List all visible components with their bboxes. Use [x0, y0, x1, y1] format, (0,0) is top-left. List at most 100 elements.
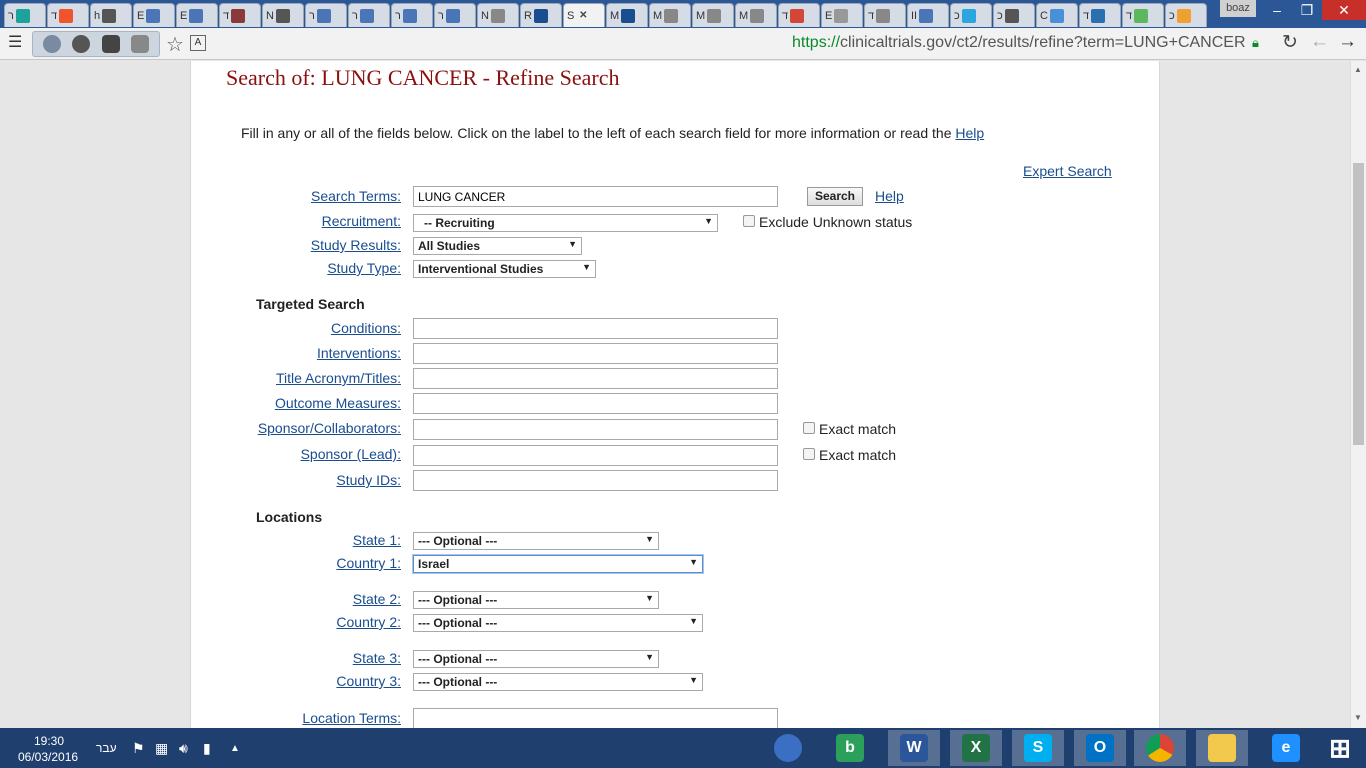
page-scrollbar[interactable]: ▲ ▼ [1350, 61, 1366, 728]
country1-select[interactable]: Israel ▼ [413, 555, 703, 573]
b-app-taskbar-button[interactable]: b [824, 730, 876, 766]
browser-tab[interactable]: כ [1165, 3, 1207, 27]
minimize-icon[interactable]: ‒ [1262, 0, 1292, 20]
location-terms-input[interactable] [413, 708, 778, 728]
study-type-label[interactable]: Study Type: [191, 260, 401, 276]
language-indicator[interactable]: עבר [96, 741, 117, 755]
help-link[interactable]: Help [875, 188, 904, 204]
sponsor-lead-input[interactable] [413, 445, 778, 466]
windows-start-taskbar-button[interactable]: ⊞ [1314, 730, 1366, 766]
maximize-icon[interactable]: ❐ [1292, 0, 1322, 20]
recruitment-select[interactable]: -- Recruiting ▼ [413, 214, 718, 232]
sponsor-collaborators-label[interactable]: Sponsor/Collaborators: [191, 420, 401, 436]
scroll-down-icon[interactable]: ▼ [1354, 713, 1362, 722]
browser-tab[interactable]: ר [391, 3, 433, 27]
browser-tab[interactable]: כ [950, 3, 992, 27]
flag-icon[interactable]: ⚑ [132, 740, 145, 757]
location-terms-label[interactable]: Location Terms: [191, 710, 401, 726]
battery-icon[interactable]: ▮ [203, 740, 211, 757]
country2-select[interactable]: --- Optional --- ▼ [413, 614, 703, 632]
browser-tab[interactable]: ד [47, 3, 89, 27]
instructions-help-link[interactable]: Help [955, 125, 984, 141]
browser-tab[interactable]: h [90, 3, 132, 27]
browser-tab[interactable]: ד [1079, 3, 1121, 27]
outlook-taskbar-button[interactable]: O [1074, 730, 1126, 766]
browser-tab[interactable]: M [692, 3, 734, 27]
interventions-label[interactable]: Interventions: [191, 345, 401, 361]
browser-tab[interactable]: ר [305, 3, 347, 27]
country3-label[interactable]: Country 3: [191, 673, 401, 689]
browser-tab[interactable]: C [1036, 3, 1078, 27]
close-icon[interactable]: ✕ [576, 9, 590, 23]
browser-tab[interactable]: E [821, 3, 863, 27]
browser-tab[interactable]: M [735, 3, 777, 27]
sponsor-lead-label[interactable]: Sponsor (Lead): [191, 446, 401, 462]
volume-icon[interactable]: 🔊︎ [179, 740, 188, 757]
word-taskbar-button[interactable]: W [888, 730, 940, 766]
circle-extension-icon[interactable] [72, 35, 91, 53]
country1-label[interactable]: Country 1: [191, 555, 401, 571]
scroll-up-icon[interactable]: ▲ [1354, 65, 1362, 74]
browser-tab[interactable]: E [133, 3, 175, 27]
conditions-label[interactable]: Conditions: [191, 320, 401, 336]
lock-icon[interactable]: 🔒︎ [1252, 35, 1259, 51]
skype-taskbar-button[interactable]: S [1012, 730, 1064, 766]
browser-tab[interactable]: ר [4, 3, 46, 27]
browser-tab[interactable]: M [649, 3, 691, 27]
country2-label[interactable]: Country 2: [191, 614, 401, 630]
clock-date[interactable]: 06/03/2016 [18, 750, 78, 764]
bookmark-star-icon[interactable]: ☆ [166, 32, 184, 57]
study-results-label[interactable]: Study Results: [191, 237, 401, 253]
study-results-select[interactable]: All Studies ▼ [413, 237, 582, 255]
state3-label[interactable]: State 3: [191, 650, 401, 666]
expert-search-link[interactable]: Expert Search [1023, 163, 1112, 179]
globe-app-taskbar-button[interactable] [762, 730, 814, 766]
search-terms-input[interactable] [413, 186, 778, 207]
exact-match-checkbox-2[interactable] [803, 448, 815, 460]
title-acronym-input[interactable] [413, 368, 778, 389]
square-extension-icon[interactable] [101, 35, 120, 53]
state1-label[interactable]: State 1: [191, 532, 401, 548]
browser-tab[interactable]: S ✕ [563, 3, 605, 27]
browser-tab[interactable]: ד [1122, 3, 1164, 27]
exact-match-checkbox-1[interactable] [803, 422, 815, 434]
title-acronym-label[interactable]: Title Acronym/Titles: [191, 370, 401, 386]
state2-select[interactable]: --- Optional --- ▼ [413, 591, 659, 609]
scrollbar-thumb[interactable] [1353, 163, 1364, 445]
study-ids-label[interactable]: Study IDs: [191, 472, 401, 488]
browser-tab[interactable]: ר [348, 3, 390, 27]
browser-tab[interactable]: ד [778, 3, 820, 27]
browser-tab[interactable]: N [262, 3, 304, 27]
state2-label[interactable]: State 2: [191, 591, 401, 607]
interventions-input[interactable] [413, 343, 778, 364]
internet-explorer-taskbar-button[interactable]: e [1260, 730, 1312, 766]
address-bar[interactable]: https://clinicaltrials.gov/ct2/results/r… [792, 34, 1246, 52]
study-ids-input[interactable] [413, 470, 778, 491]
drive-extension-icon[interactable] [42, 35, 61, 53]
browser-tab[interactable]: M [606, 3, 648, 27]
exclude-unknown-checkbox[interactable] [743, 215, 755, 227]
state3-select[interactable]: --- Optional --- ▼ [413, 650, 659, 668]
sponsor-collaborators-input[interactable] [413, 419, 778, 440]
browser-tab[interactable]: N [477, 3, 519, 27]
close-window-icon[interactable]: ✕ [1322, 0, 1366, 20]
network-icon[interactable]: ▦ [155, 740, 168, 757]
menu-icon[interactable]: ☰ [8, 35, 24, 51]
browser-tab[interactable]: E [176, 3, 218, 27]
excel-taskbar-button[interactable]: X [950, 730, 1002, 766]
clock-time[interactable]: 19:30 [34, 734, 64, 748]
conditions-input[interactable] [413, 318, 778, 339]
tray-expand-icon[interactable]: ▲ [230, 743, 240, 754]
browser-tab[interactable]: ר [434, 3, 476, 27]
profile-badge[interactable]: boaz [1220, 0, 1256, 17]
browser-tab[interactable]: ד [864, 3, 906, 27]
file-explorer-taskbar-button[interactable] [1196, 730, 1248, 766]
outcome-measures-label[interactable]: Outcome Measures: [191, 395, 401, 411]
translate-icon[interactable]: A [190, 35, 206, 51]
recruitment-label[interactable]: Recruitment: [191, 213, 401, 229]
chrome-taskbar-button[interactable] [1134, 730, 1186, 766]
back-arrow-icon[interactable]: ← [1310, 31, 1329, 53]
cube-extension-icon[interactable] [131, 35, 150, 53]
browser-tab[interactable]: R [520, 3, 562, 27]
browser-tab[interactable]: II [907, 3, 949, 27]
